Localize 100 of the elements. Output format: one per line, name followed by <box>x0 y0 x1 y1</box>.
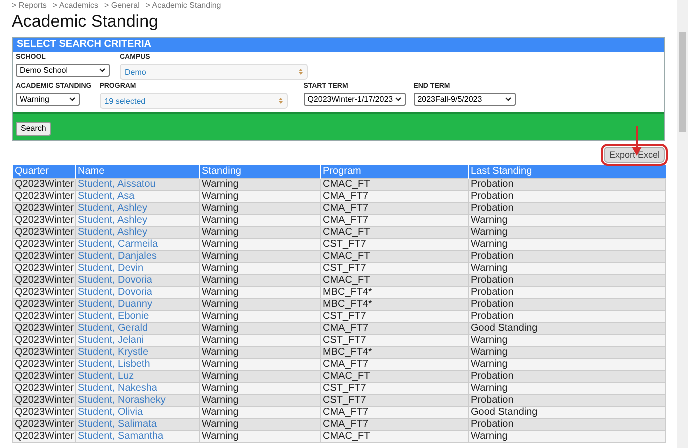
dropdown-caret-icon <box>99 68 106 73</box>
table-cell: Good Standing <box>468 322 666 334</box>
table-cell: Warning <box>200 394 320 406</box>
table-cell: Q2023Winter <box>12 226 76 238</box>
student-name-link[interactable]: Student, Luz <box>76 370 200 382</box>
table-cell: Warning <box>200 346 320 358</box>
table-cell: Q2023Winter <box>12 430 76 442</box>
table-cell: Warning <box>200 214 320 226</box>
table-cell: Probation <box>468 310 666 322</box>
student-name-link[interactable]: Student, Devin <box>76 262 200 274</box>
breadcrumb-link[interactable]: > Academic Standing <box>146 1 222 10</box>
student-name-link[interactable]: Student, Carmeila <box>76 238 200 250</box>
dropdown[interactable]: 2023Fall-9/5/2023 <box>414 93 516 106</box>
student-name-link[interactable]: Student, Aissatou <box>76 178 200 190</box>
table-cell: Q2023Winter <box>12 382 76 394</box>
student-name-link[interactable]: Student, Norasheky <box>76 394 200 406</box>
dropdown[interactable]: Warning <box>16 93 80 106</box>
table-cell: Warning <box>200 298 320 310</box>
table-cell: CMAC_FT <box>320 430 468 442</box>
multi-select-dropdown[interactable]: 19 selected <box>100 93 288 109</box>
multi-select-dropdown[interactable]: Demo <box>120 64 308 80</box>
student-name-link[interactable]: Student, Jelani <box>76 334 200 346</box>
table-cell: Warning <box>200 274 320 286</box>
column-header[interactable]: Quarter <box>12 165 76 178</box>
export-excel-button[interactable]: Export Excel <box>604 147 665 163</box>
student-name-link[interactable]: Student, Olivia <box>76 406 200 418</box>
table-cell: CST_FT7 <box>320 334 468 346</box>
table-cell: Warning <box>200 310 320 322</box>
table-cell: CST_FT7 <box>320 238 468 250</box>
dropdown[interactable]: Demo School <box>16 64 110 77</box>
table-cell: Warning <box>200 178 320 190</box>
table-cell: Probation <box>468 370 666 382</box>
column-header[interactable]: Program <box>320 165 468 178</box>
table-cell: CMA_FT7 <box>320 418 468 430</box>
search-button[interactable]: Search <box>16 122 52 136</box>
table-cell: Warning <box>200 322 320 334</box>
table-cell: Warning <box>200 370 320 382</box>
table-cell: Warning <box>200 190 320 202</box>
student-name-link[interactable]: Student, Ebonie <box>76 310 200 322</box>
table-cell: Probation <box>468 202 666 214</box>
table-cell: MBC_FT4* <box>320 286 468 298</box>
student-name-link[interactable]: Student, Dovoria <box>76 286 200 298</box>
table-cell: Warning <box>200 334 320 346</box>
student-name-link[interactable]: Student, Nakesha <box>76 382 200 394</box>
student-name-link[interactable]: Student, Ashley <box>76 226 200 238</box>
student-name-link[interactable]: Student, Salimata <box>76 418 200 430</box>
table-cell: Warning <box>200 238 320 250</box>
table-cell: Warning <box>468 262 666 274</box>
table-cell: Warning <box>468 214 666 226</box>
student-name-link[interactable]: Student, Ashley <box>76 202 200 214</box>
breadcrumb-link[interactable]: > Reports <box>12 1 47 10</box>
table-cell: CMAC_FT <box>320 178 468 190</box>
page-title: Academic Standing <box>12 12 160 32</box>
table-cell: CMA_FT7 <box>320 214 468 226</box>
table-cell: Q2023Winter <box>12 370 76 382</box>
student-name-link[interactable]: Student, Krystle <box>76 346 200 358</box>
student-name-link[interactable]: Student, Lisbeth <box>76 358 200 370</box>
student-name-link[interactable]: Student, Danjales <box>76 250 200 262</box>
table-cell: Warning <box>200 406 320 418</box>
student-name-link[interactable]: Student, Dovoria <box>76 274 200 286</box>
up-down-caret-icon <box>299 69 303 75</box>
table-cell: Warning <box>200 430 320 442</box>
table-cell: Warning <box>468 346 666 358</box>
breadcrumb-link[interactable]: > General <box>104 1 140 10</box>
table-cell: Q2023Winter <box>12 406 76 418</box>
table-cell: CMA_FT7 <box>320 322 468 334</box>
table-cell: CST_FT7 <box>320 394 468 406</box>
dropdown-caret-icon <box>394 97 402 102</box>
up-down-caret-icon <box>278 98 283 104</box>
table-cell: CMAC_FT <box>320 226 468 238</box>
column-header[interactable]: Standing <box>200 165 320 178</box>
column-header[interactable]: Name <box>76 165 200 178</box>
table-cell: Probation <box>468 178 666 190</box>
table-cell: Q2023Winter <box>12 214 76 226</box>
student-name-link[interactable]: Student, Samantha <box>76 430 200 442</box>
table-cell: Q2023Winter <box>12 346 76 358</box>
scrollbar[interactable] <box>677 0 688 448</box>
table-cell: Probation <box>468 274 666 286</box>
table-cell: Warning <box>468 430 666 442</box>
student-name-link[interactable]: Student, Duanny <box>76 298 200 310</box>
table-cell: Warning <box>200 382 320 394</box>
student-name-link[interactable]: Student, Asa <box>76 190 200 202</box>
dropdown-caret-icon <box>69 97 76 102</box>
table-cell: MBC_FT4* <box>320 298 468 310</box>
table-cell: Q2023Winter <box>12 298 76 310</box>
table-cell: CST_FT7 <box>320 382 468 394</box>
table-cell: Q2023Winter <box>12 178 76 190</box>
table-cell: Q2023Winter <box>12 418 76 430</box>
table-cell: Probation <box>468 190 666 202</box>
table-cell: CST_FT7 <box>320 310 468 322</box>
table-cell: Warning <box>200 262 320 274</box>
scrollbar-thumb[interactable] <box>679 32 686 132</box>
student-name-link[interactable]: Student, Gerald <box>76 322 200 334</box>
panel-header: SELECT SEARCH CRITERIA <box>13 38 664 52</box>
table-cell: CMAC_FT <box>320 274 468 286</box>
dropdown[interactable]: Q2023Winter-1/17/2023 <box>304 93 406 106</box>
breadcrumb-link[interactable]: > Academics <box>52 1 98 10</box>
column-header[interactable]: Last Standing <box>468 165 666 178</box>
student-name-link[interactable]: Student, Ashley <box>76 214 200 226</box>
table-cell: MBC_FT4* <box>320 346 468 358</box>
